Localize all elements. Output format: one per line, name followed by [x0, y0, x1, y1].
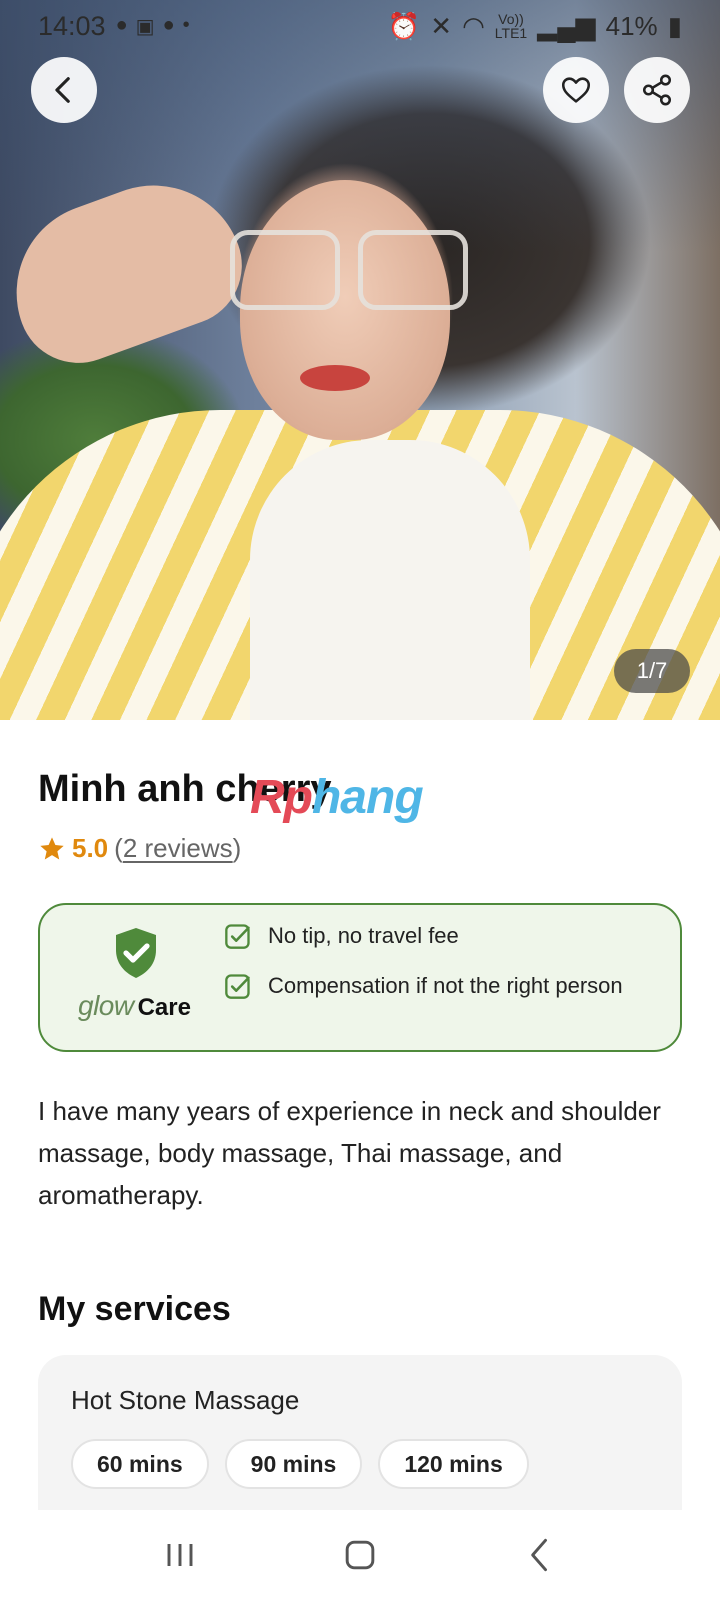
photo-top [250, 440, 530, 720]
status-time: 14:03 [38, 10, 106, 41]
wifi-icon: ◠ [462, 10, 485, 41]
reviews-paren-close: ) [232, 833, 242, 863]
reviews-link[interactable]: (2 reviews) [114, 833, 241, 864]
watermark-part-2: hang [311, 771, 424, 824]
duration-chip[interactable]: 60 mins [71, 1439, 209, 1489]
rating-score: 5.0 [72, 833, 109, 863]
profile-photo[interactable] [0, 0, 720, 720]
favorite-button[interactable] [543, 57, 609, 123]
service-card[interactable]: Hot Stone Massage 60 mins 90 mins 120 mi… [38, 1355, 682, 1515]
dot-icon: • [182, 13, 190, 36]
status-bar: 14:03 ● ▣ ● • ⏰ ✕ ◠ Vo)) LTE1 ▂▄▆ 41% ▮ [0, 0, 720, 52]
share-icon [642, 74, 672, 106]
rating-row: 5.0 (2 reviews) [38, 833, 241, 864]
care-item: Compensation if not the right person [224, 972, 623, 1000]
share-button[interactable] [624, 57, 690, 123]
glow-care-guarantee: glow Care No tip, no travel fee Compensa… [38, 903, 682, 1052]
mute-icon: ✕ [430, 10, 453, 41]
heart-icon [561, 77, 591, 103]
status-icons-right: ⏰ ✕ ◠ Vo)) LTE1 ▂▄▆ 41% ▮ [388, 11, 682, 42]
duration-chip[interactable]: 120 mins [378, 1439, 529, 1489]
care-item: No tip, no travel fee [224, 922, 459, 950]
photo-counter: 1/7 [614, 649, 690, 693]
photo-lips [300, 365, 370, 391]
provider-bio: I have many years of experience in neck … [38, 1096, 661, 1210]
volte-label: Vo)) LTE1 [494, 11, 528, 41]
glow-care-logo: glow Care [78, 990, 191, 1022]
shield-check-icon [116, 928, 156, 978]
photo-hand [0, 160, 259, 380]
star-icon [40, 836, 64, 859]
home-icon[interactable] [338, 1533, 382, 1577]
watermark-logo: Rphang [250, 770, 424, 825]
back-nav-icon[interactable] [518, 1533, 562, 1577]
signal-icon: ▂▄▆ [537, 10, 596, 41]
system-nav-bar [0, 1510, 720, 1600]
messenger-icon: ● [115, 13, 128, 36]
gallery-icon: ▣ [135, 15, 155, 38]
battery-level: 41% [605, 10, 658, 41]
battery-icon: ▮ [667, 10, 682, 41]
glow-care-logo-word-1: glow [78, 990, 134, 1021]
back-button[interactable] [31, 57, 97, 123]
photo-glasses [230, 230, 480, 320]
notification-icons: ● ▣ ● • [116, 14, 190, 39]
duration-options: 60 mins 90 mins 120 mins [71, 1439, 529, 1489]
watermark-part-1: Rp [250, 771, 313, 824]
services-heading: My services [38, 1290, 231, 1328]
recent-apps-icon[interactable] [158, 1533, 202, 1577]
chevron-left-icon [55, 77, 70, 103]
reviews-paren-open: ( [114, 833, 123, 863]
checkbox-icon [225, 974, 250, 999]
glow-care-logo-word-2: Care [137, 994, 191, 1021]
alarm-icon: ⏰ [387, 10, 421, 41]
care-item-label: No tip, no travel fee [268, 923, 459, 948]
duration-chip[interactable]: 90 mins [224, 1439, 363, 1489]
care-item-label: Compensation if not the right person [268, 973, 623, 998]
chat-icon: ● [162, 13, 175, 36]
reviews-count[interactable]: 2 reviews [123, 833, 233, 863]
checkbox-icon [225, 924, 250, 949]
service-name: Hot Stone Massage [71, 1385, 300, 1415]
